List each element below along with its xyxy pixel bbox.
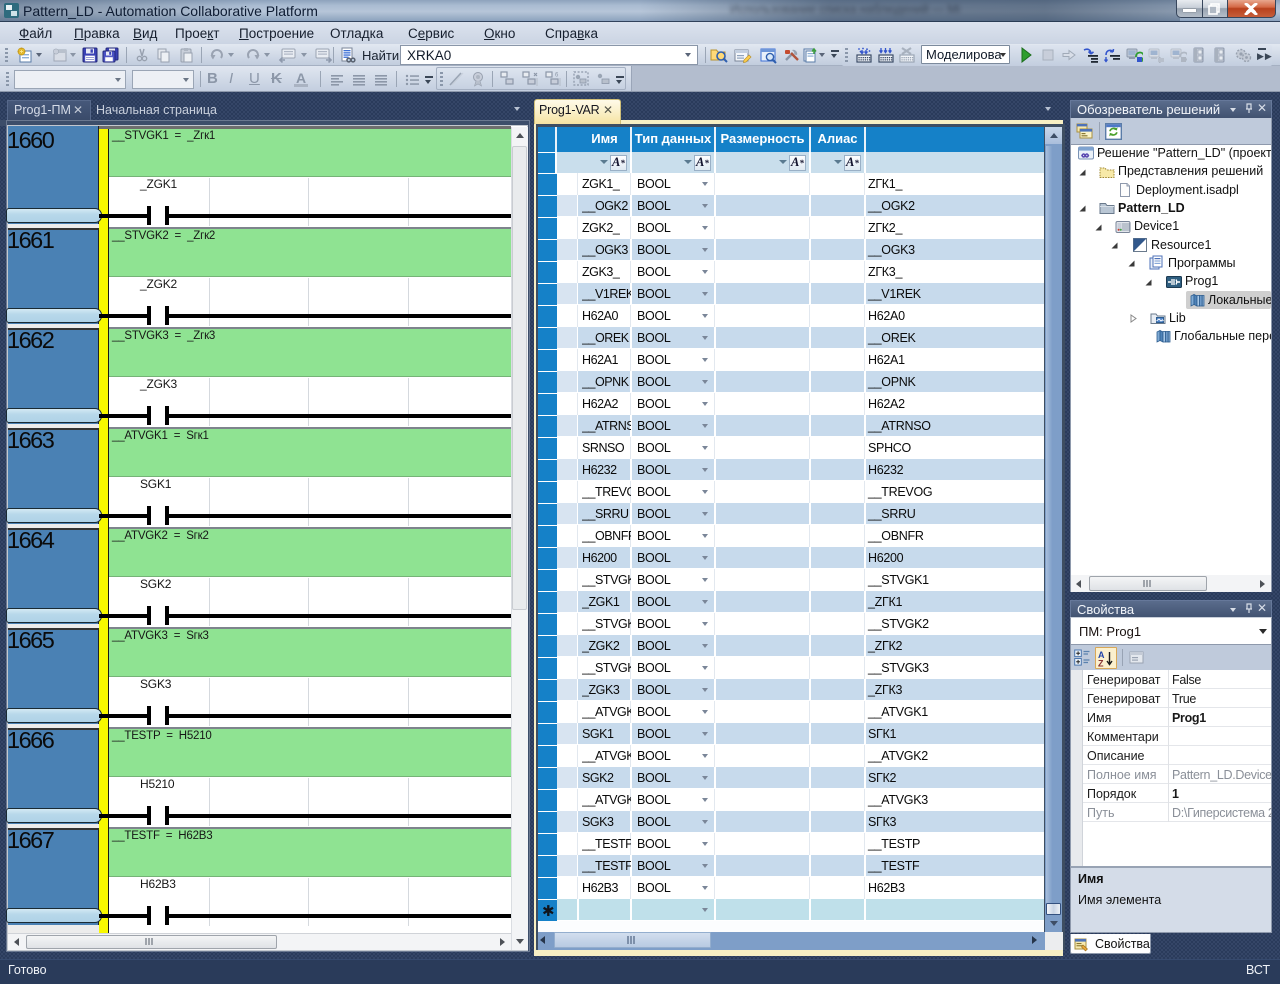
svg-text:6: 6 bbox=[555, 73, 559, 79]
svg-text:Z: Z bbox=[1098, 659, 1104, 668]
